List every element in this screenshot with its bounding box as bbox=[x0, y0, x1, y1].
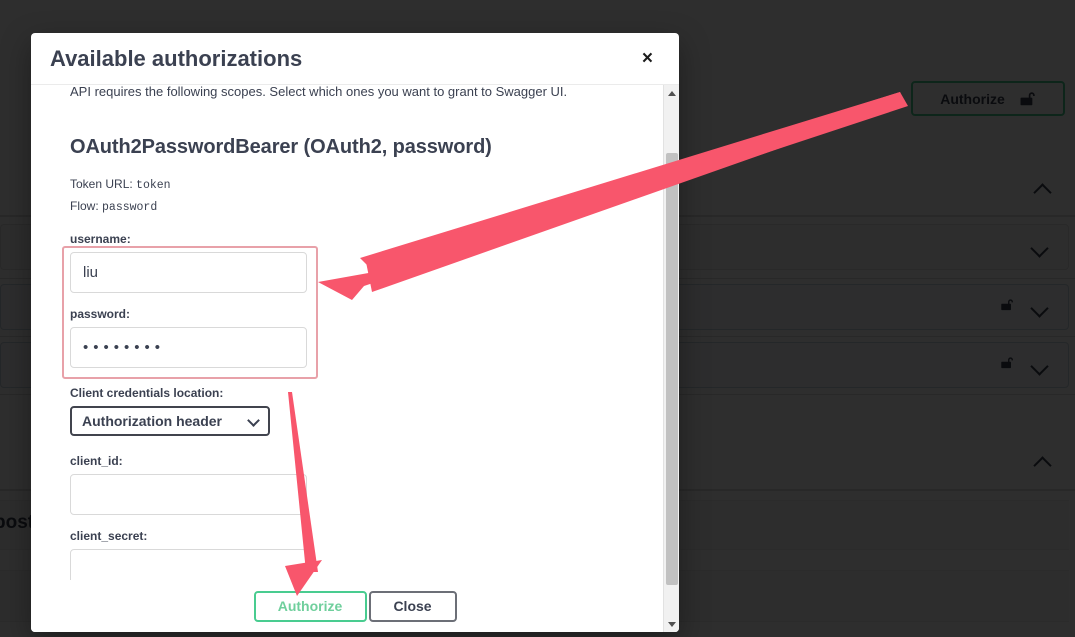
scroll-thumb[interactable] bbox=[666, 153, 678, 585]
token-url-row: Token URL: token bbox=[70, 177, 623, 192]
available-authorizations-modal: Available authorizations × API requires … bbox=[31, 33, 679, 632]
scopes-description: API requires the following scopes. Selec… bbox=[70, 85, 568, 99]
client-id-label: client_id: bbox=[70, 453, 123, 468]
client-credentials-location-select[interactable]: Authorization header bbox=[70, 405, 270, 436]
token-url-label: Token URL: bbox=[70, 176, 133, 191]
modal-body: API requires the following scopes. Selec… bbox=[31, 85, 679, 580]
screen: Authorize bbox=[0, 0, 1075, 637]
scheme-title: OAuth2PasswordBearer (OAuth2, password) bbox=[70, 135, 492, 158]
modal-footer: Authorize Close bbox=[31, 580, 679, 632]
username-label: username: bbox=[70, 231, 131, 246]
flow-row: Flow: password bbox=[70, 199, 623, 214]
username-input[interactable] bbox=[70, 251, 307, 293]
scroll-up-arrow-icon[interactable] bbox=[664, 85, 679, 101]
flow-value: password bbox=[102, 200, 158, 214]
flow-label: Flow: bbox=[70, 198, 99, 213]
client-id-input[interactable] bbox=[70, 473, 307, 515]
client-credentials-location-label: Client credentials location: bbox=[70, 385, 224, 400]
client-secret-input[interactable] bbox=[70, 548, 307, 580]
authorize-button[interactable]: Authorize bbox=[253, 590, 367, 622]
client-secret-label: client_secret: bbox=[70, 528, 148, 543]
close-icon[interactable]: × bbox=[636, 45, 659, 72]
modal-header: Available authorizations × bbox=[31, 33, 679, 85]
close-button[interactable]: Close bbox=[368, 590, 457, 622]
token-url-value: token bbox=[136, 178, 171, 192]
scroll-down-arrow-icon[interactable] bbox=[664, 616, 679, 632]
password-input[interactable] bbox=[70, 326, 307, 368]
client-credentials-location-wrapper: Authorization header bbox=[70, 405, 270, 436]
modal-title: Available authorizations bbox=[50, 45, 303, 71]
password-label: password: bbox=[70, 306, 131, 321]
modal-scrollbar[interactable] bbox=[663, 85, 679, 632]
